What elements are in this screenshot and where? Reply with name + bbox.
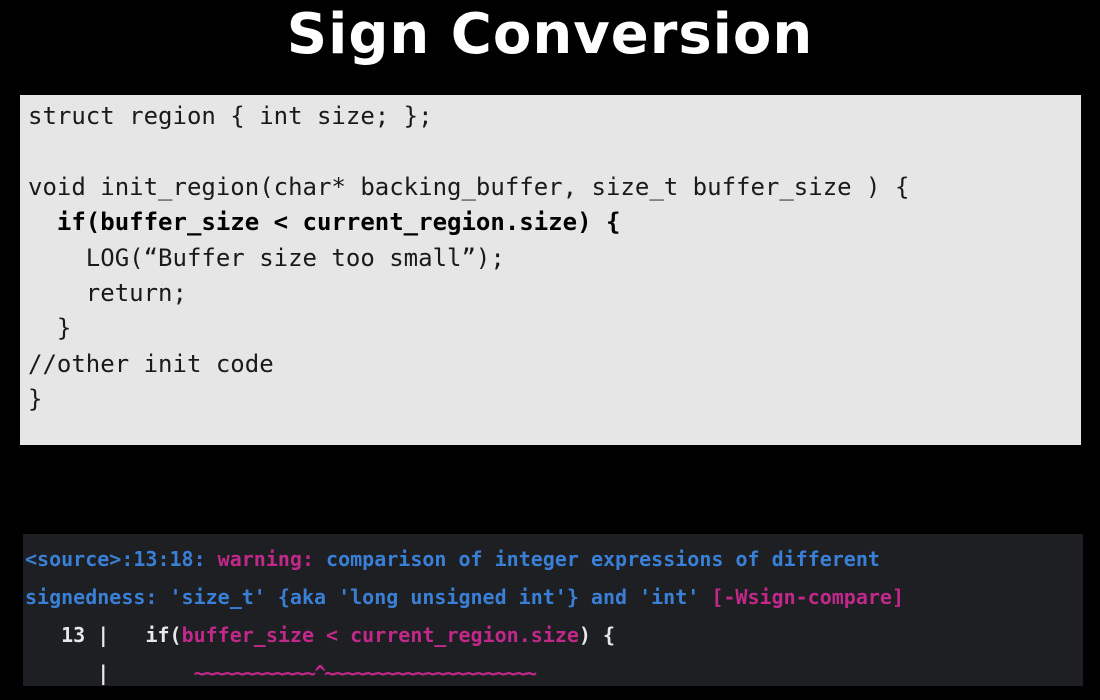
diagnostic-location: <source>:13:18:: [25, 547, 206, 571]
code-line: LOG(“Buffer size too small”);: [28, 243, 505, 272]
code-snippet: struct region { int size; }; void init_r…: [20, 95, 1081, 445]
diagnostic-severity: warning:: [217, 547, 314, 571]
squiggle-underline: ~~~~~~~~~~~~^~~~~~~~~~~~~~~~~~~~~~: [193, 661, 537, 685]
source-highlight: buffer_size < current_region.size: [181, 623, 579, 647]
gutter-bar: |: [97, 623, 110, 647]
code-line: void init_region(char* backing_buffer, s…: [28, 172, 910, 201]
diagnostic-flag: [-Wsign-compare]: [711, 585, 904, 609]
code-line: }: [28, 385, 43, 414]
diagnostic-message: comparison of integer expressions of dif…: [326, 547, 880, 571]
line-number: 13: [61, 623, 86, 647]
source-prefix: if(: [145, 623, 182, 647]
code-line: //other init code: [28, 349, 274, 378]
code-line: struct region { int size; };: [28, 102, 433, 130]
diagnostic-message-cont: signedness: 'size_t' {aka 'long unsigned…: [25, 585, 700, 609]
gutter-bar: |: [97, 661, 110, 685]
source-suffix: ) {: [578, 623, 616, 647]
slide-title: Sign Conversion: [286, 2, 814, 67]
code-line: }: [28, 314, 72, 343]
diagnostic-line-1: <source>:13:18: warning: comparison of i…: [25, 540, 1083, 578]
code-line: return;: [28, 278, 187, 307]
diagnostic-line-2: signedness: 'size_t' {aka 'long unsigned…: [25, 578, 1083, 616]
diagnostic-source-line: 13 | if(buffer_size < current_region.siz…: [25, 616, 1083, 654]
diagnostic-caret-line: | ~~~~~~~~~~~~^~~~~~~~~~~~~~~~~~~~~~: [25, 654, 1083, 692]
code-line-highlighted: if(buffer_size < current_region.size) {: [28, 208, 621, 237]
compiler-output: <source>:13:18: warning: comparison of i…: [23, 534, 1083, 686]
